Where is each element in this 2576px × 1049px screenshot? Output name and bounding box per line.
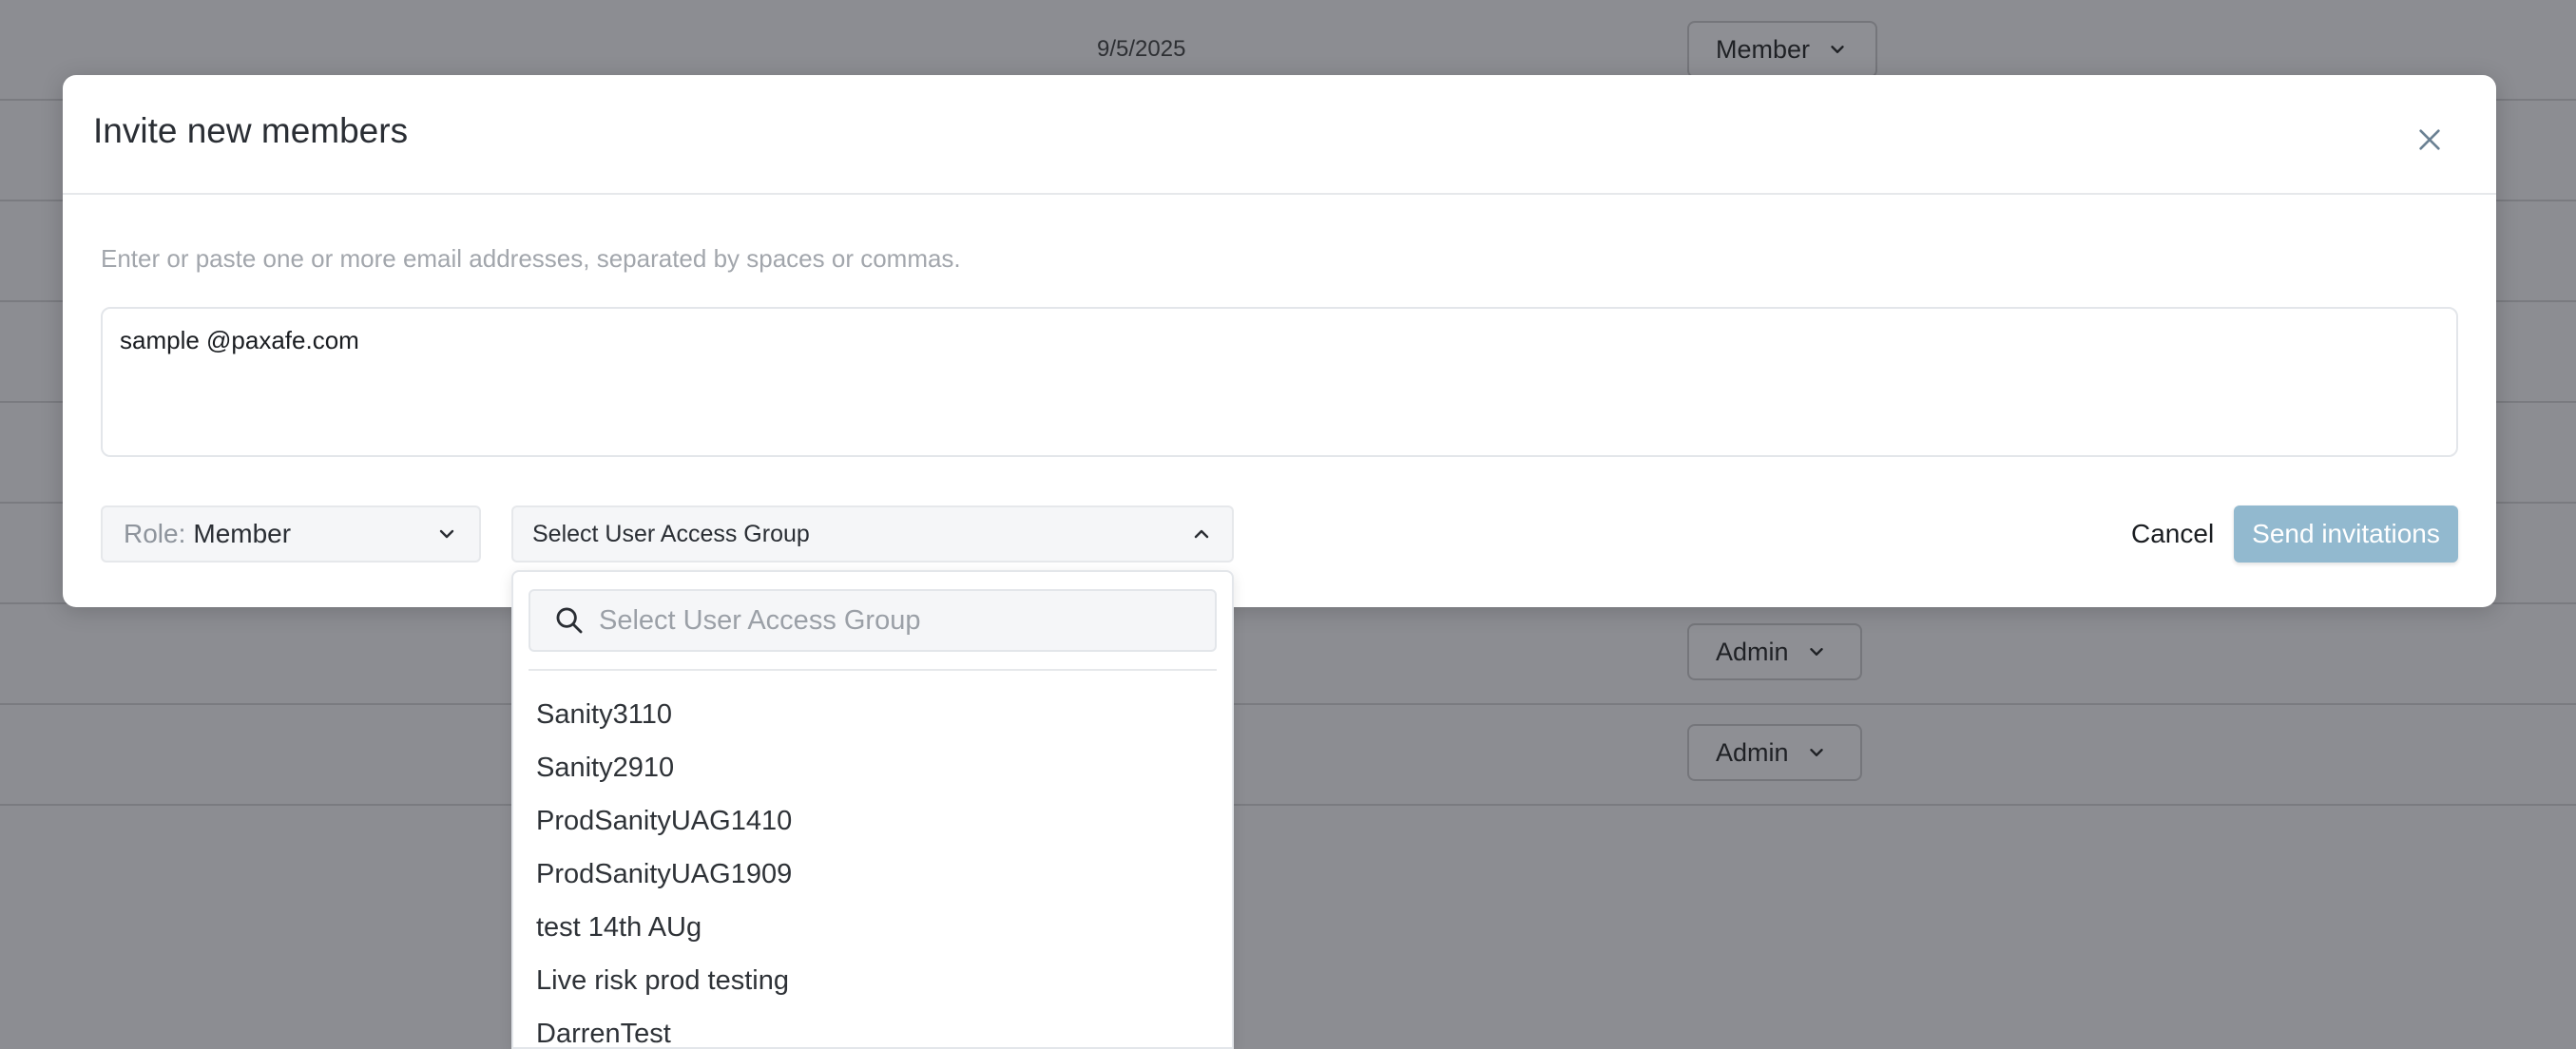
email-input-field[interactable]: sample @paxafe.com [101, 307, 2458, 457]
invite-members-modal: Invite new members Enter or paste one or… [63, 75, 2496, 607]
role-dropdown-label: Admin [1716, 737, 1789, 767]
dropdown-divider [529, 669, 1217, 671]
dropdown-search-input[interactable] [599, 604, 1188, 637]
modal-header: Invite new members [63, 75, 2496, 195]
close-button[interactable] [2413, 123, 2447, 157]
dropdown-option[interactable]: ProdSanityUAG1909 [513, 848, 1232, 901]
user-access-group-select[interactable]: Select User Access Group [511, 505, 1234, 563]
dropdown-search[interactable] [529, 589, 1217, 652]
role-dropdown-label: Member [1716, 34, 1811, 64]
chevron-up-icon [1194, 529, 1209, 539]
table-row: Admin [0, 604, 2576, 705]
chevron-down-icon [1809, 648, 1823, 656]
role-dropdown-label: Admin [1716, 637, 1789, 666]
chevron-down-icon [1809, 749, 1823, 756]
chevron-down-icon [1831, 46, 1844, 53]
search-icon [556, 607, 583, 634]
role-select[interactable]: Role: Member [101, 505, 481, 563]
dropdown-option-list: Sanity3110 Sanity2910 ProdSanityUAG1410 … [513, 688, 1232, 1048]
chevron-down-icon [439, 529, 454, 539]
row-date: 9/5/2025 [1097, 36, 1186, 62]
dropdown-option[interactable]: Sanity2910 [513, 741, 1232, 794]
user-access-group-select-label: Select User Access Group [532, 520, 810, 547]
cancel-button[interactable]: Cancel [2116, 505, 2229, 563]
send-invitations-button[interactable]: Send invitations [2234, 505, 2458, 563]
dropdown-option[interactable]: ProdSanityUAG1410 [513, 794, 1232, 848]
email-input-value: sample @paxafe.com [120, 326, 359, 354]
dropdown-option[interactable]: DarrenTest [513, 1007, 1232, 1048]
role-select-label: Role: [124, 519, 186, 548]
role-dropdown-button[interactable]: Member [1687, 21, 1877, 78]
email-hint-text: Enter or paste one or more email address… [101, 244, 961, 273]
user-access-group-dropdown: Sanity3110 Sanity2910 ProdSanityUAG1410 … [511, 570, 1234, 1049]
role-dropdown-button[interactable]: Admin [1687, 724, 1862, 781]
role-select-value: Member [193, 519, 292, 548]
role-dropdown-button[interactable]: Admin [1687, 623, 1862, 680]
dropdown-option[interactable]: Sanity3110 [513, 688, 1232, 741]
table-row: Admin [0, 705, 2576, 806]
dropdown-option[interactable]: Live risk prod testing [513, 954, 1232, 1007]
dropdown-option[interactable]: test 14th AUg [513, 901, 1232, 954]
close-icon [2419, 129, 2440, 150]
modal-title: Invite new members [93, 111, 409, 150]
